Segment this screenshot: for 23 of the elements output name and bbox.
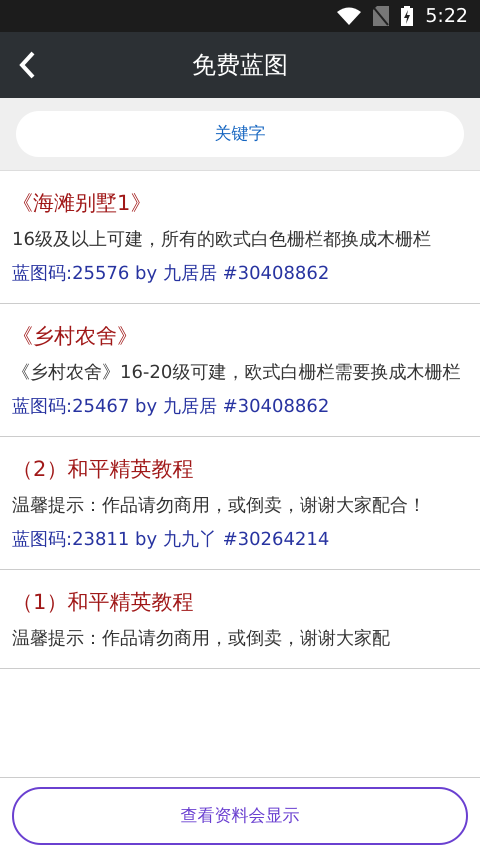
blueprint-description: 16级及以上可建，所有的欧式白色栅栏都换成木栅栏 [12, 228, 432, 252]
battery-charging-icon [401, 6, 414, 26]
back-icon[interactable] [18, 51, 36, 79]
blueprint-description: 温馨提示：作品请勿商用，或倒卖，谢谢大家配合！ [12, 494, 427, 518]
blueprint-title: 《乡村农舍》 [12, 323, 139, 350]
blueprint-title: 《海滩别墅1》 [12, 190, 152, 217]
blueprint-title: （2）和平精英教程 [12, 456, 194, 483]
blueprint-card[interactable]: 《乡村农舍》 《乡村农舍》16-20级可建，欧式白栅栏需要换成木栅栏 蓝图码:25467 by 九居居 #30408862 [0, 304, 480, 437]
search-field[interactable]: 关键字 [16, 111, 464, 157]
blueprint-code: 蓝图码:25576 by 九居居 #30408862 [12, 262, 330, 286]
blueprint-code: 蓝图码:23811 by 九九丫 #30264214 [12, 528, 330, 552]
blueprint-card[interactable]: （2）和平精英教程 温馨提示：作品请勿商用，或倒卖，谢谢大家配合！ 蓝图码:23811 by 九九丫 #30264214 [0, 437, 480, 570]
no-sim-icon [373, 6, 390, 26]
view-info-button[interactable]: 查看资料会显示 [12, 786, 468, 844]
blueprint-card[interactable]: （1）和平精英教程 温馨提示：作品请勿商用，或倒卖，谢谢大家配 [0, 570, 480, 669]
blueprint-code: 蓝图码:25467 by 九居居 #30408862 [12, 395, 330, 419]
blueprint-title: （1）和平精英教程 [12, 589, 194, 616]
page-title: 免费蓝图 [191, 50, 289, 81]
wifi-icon [337, 7, 362, 25]
blueprint-description: 温馨提示：作品请勿商用，或倒卖，谢谢大家配 [12, 627, 391, 651]
blueprint-card[interactable]: 《海滩别墅1》 16级及以上可建，所有的欧式白色栅栏都换成木栅栏 蓝图码:25576 by 九居居 #30408862 [0, 171, 480, 304]
blueprint-description: 《乡村农舍》16-20级可建，欧式白栅栏需要换成木栅栏 [12, 361, 462, 385]
status-time: 5:22 [425, 5, 468, 27]
